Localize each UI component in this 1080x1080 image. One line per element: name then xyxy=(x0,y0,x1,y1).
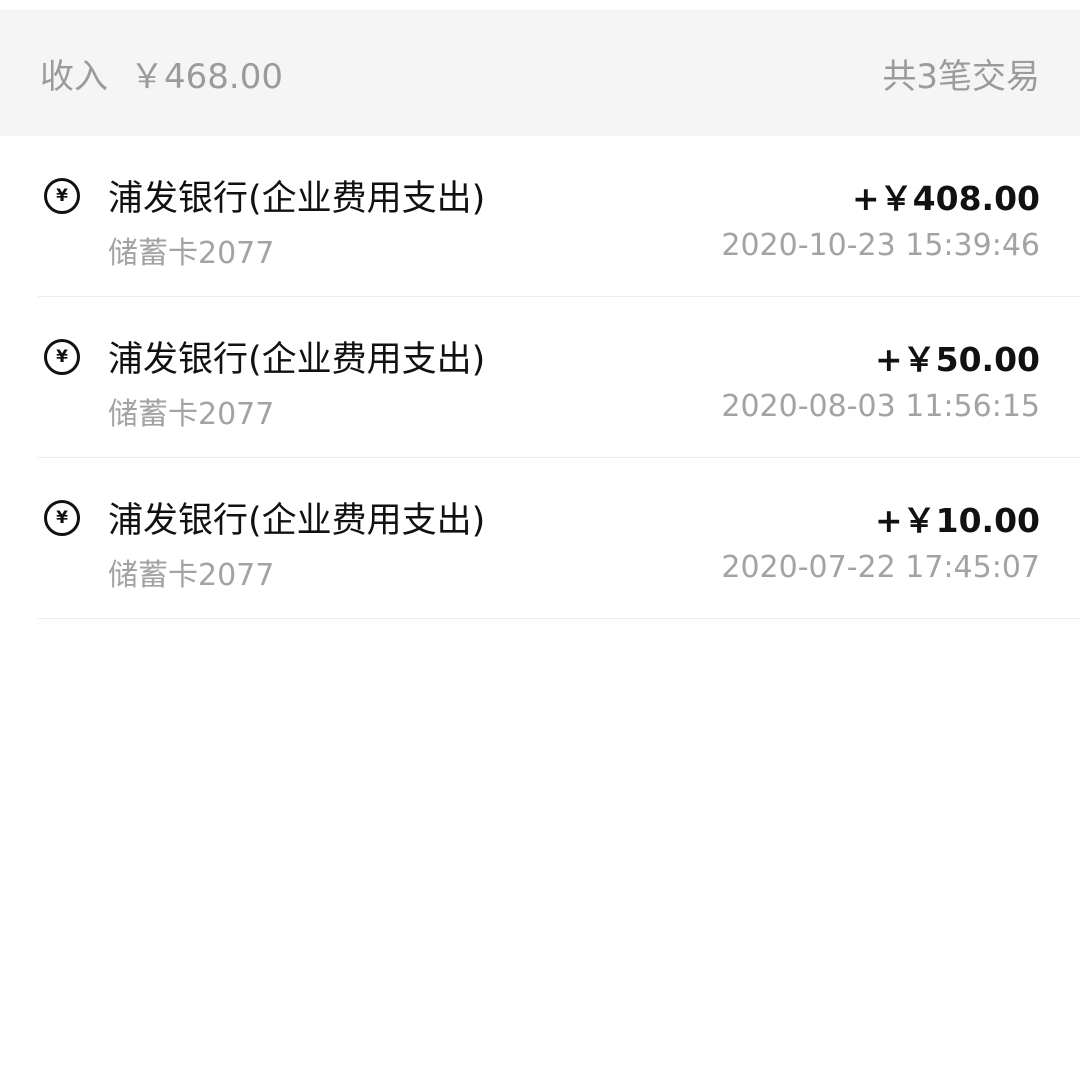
transaction-account: 储蓄卡2077 xyxy=(108,236,275,271)
yuan-icon: ¥ xyxy=(44,500,80,536)
transaction-count: 共3笔交易 xyxy=(882,56,1040,97)
transaction-title: 浦发银行(企业费用支出) xyxy=(108,179,486,219)
transaction-row[interactable]: ¥ 浦发银行(企业费用支出) 储蓄卡2077 +￥50.00 2020-08-0… xyxy=(38,297,1080,458)
transaction-list: ¥ 浦发银行(企业费用支出) 储蓄卡2077 +￥408.00 2020-10-… xyxy=(0,136,1080,619)
transaction-amount: +￥50.00 xyxy=(874,340,1040,379)
transaction-amount: +￥10.00 xyxy=(874,501,1040,540)
income-amount: ￥468.00 xyxy=(130,56,283,97)
income-summary: 收入 ￥468.00 xyxy=(40,49,283,98)
yuan-icon: ¥ xyxy=(44,178,80,214)
transaction-title: 浦发银行(企业费用支出) xyxy=(108,501,486,541)
transaction-time: 2020-08-03 11:56:15 xyxy=(721,389,1040,424)
income-label: 收入 xyxy=(40,56,108,97)
transaction-account: 储蓄卡2077 xyxy=(108,397,275,432)
transaction-time: 2020-10-23 15:39:46 xyxy=(721,228,1040,263)
transaction-account: 储蓄卡2077 xyxy=(108,558,275,593)
transaction-title: 浦发银行(企业费用支出) xyxy=(108,340,486,380)
transaction-row[interactable]: ¥ 浦发银行(企业费用支出) 储蓄卡2077 +￥408.00 2020-10-… xyxy=(38,136,1080,297)
income-summary-bar: 收入 ￥468.00 共3笔交易 xyxy=(0,10,1080,136)
top-strip xyxy=(0,0,1080,10)
transaction-amount: +￥408.00 xyxy=(852,179,1040,218)
yuan-icon: ¥ xyxy=(44,339,80,375)
transaction-row[interactable]: ¥ 浦发银行(企业费用支出) 储蓄卡2077 +￥10.00 2020-07-2… xyxy=(38,458,1080,619)
transaction-time: 2020-07-22 17:45:07 xyxy=(721,550,1040,585)
